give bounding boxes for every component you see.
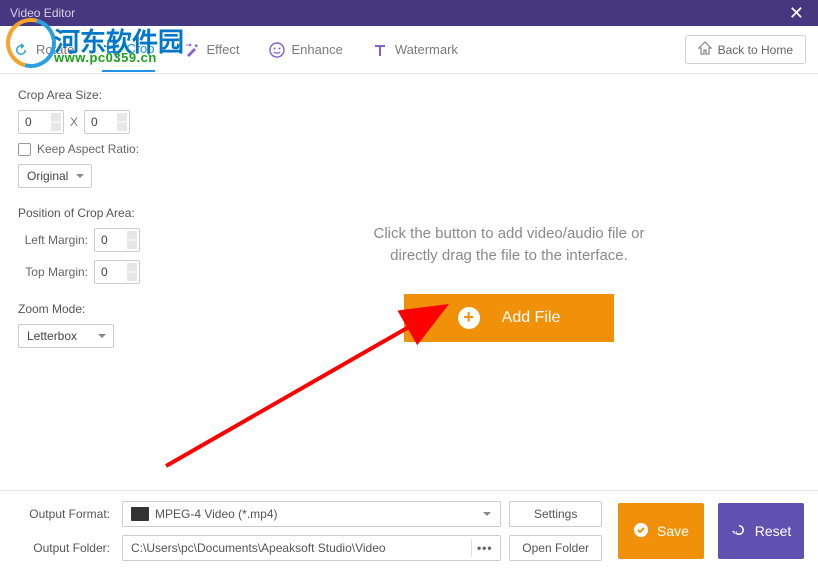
position-title: Position of Crop Area: [18, 206, 182, 220]
save-button[interactable]: Save [618, 503, 704, 559]
crop-width-input[interactable] [18, 110, 64, 134]
watermark-icon [371, 41, 389, 59]
top-margin-label: Top Margin: [18, 265, 88, 279]
aspect-ratio-select[interactable]: Original [18, 164, 92, 188]
output-folder-label: Output Folder: [14, 541, 114, 555]
tab-enhance[interactable]: Enhance [268, 29, 343, 71]
tab-watermark[interactable]: Watermark [371, 29, 458, 71]
x-separator: X [70, 115, 78, 129]
output-format-label: Output Format: [14, 507, 114, 521]
top-margin-input[interactable] [94, 260, 140, 284]
tab-label: Effect [207, 42, 240, 57]
reset-button[interactable]: Reset [718, 503, 804, 559]
keep-aspect-label: Keep Aspect Ratio: [37, 142, 139, 156]
tab-label: Enhance [292, 42, 343, 57]
zoom-mode-select[interactable]: Letterbox [18, 324, 114, 348]
home-icon [698, 41, 712, 58]
format-icon [131, 507, 149, 521]
close-icon[interactable]: ✕ [785, 3, 808, 24]
back-to-home-button[interactable]: Back to Home [685, 35, 806, 64]
drop-hint: Click the button to add video/audio file… [373, 223, 644, 268]
crop-area-size-label: Crop Area Size: [18, 88, 182, 102]
tab-label: Watermark [395, 42, 458, 57]
window-title: Video Editor [10, 6, 75, 20]
add-file-button[interactable]: + Add File [404, 294, 614, 342]
reset-icon [731, 522, 747, 541]
check-icon [633, 522, 649, 541]
enhance-icon [268, 41, 286, 59]
add-file-label: Add File [502, 309, 561, 327]
footer-bar: Output Format: MPEG-4 Video (*.mp4) Sett… [0, 490, 818, 571]
effect-icon [183, 41, 201, 59]
keep-aspect-checkbox[interactable] [18, 143, 31, 156]
zoom-mode-title: Zoom Mode: [18, 302, 182, 316]
drop-zone[interactable]: Click the button to add video/audio file… [200, 74, 818, 490]
output-folder-input[interactable]: C:\Users\pc\Documents\Apeaksoft Studio\V… [122, 535, 501, 561]
tab-effect[interactable]: Effect [183, 29, 240, 71]
plus-icon: + [458, 307, 480, 329]
open-folder-button[interactable]: Open Folder [509, 535, 602, 561]
browse-folder-button[interactable]: ••• [471, 539, 497, 557]
left-margin-label: Left Margin: [18, 233, 88, 247]
back-home-label: Back to Home [718, 43, 793, 57]
crop-sidebar: Crop Area Size: X Keep Aspect Ratio: Ori… [0, 74, 200, 490]
crop-height-input[interactable] [84, 110, 130, 134]
left-margin-input[interactable] [94, 228, 140, 252]
overlay-url-text: www.pc0359.cn [54, 50, 157, 65]
settings-button[interactable]: Settings [509, 501, 602, 527]
output-format-select[interactable]: MPEG-4 Video (*.mp4) [122, 501, 501, 527]
